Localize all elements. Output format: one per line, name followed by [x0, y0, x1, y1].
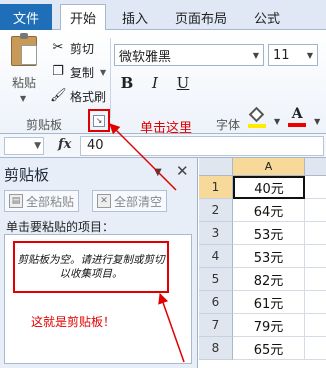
table-row: 8 65元: [199, 337, 326, 360]
copy-dropdown-icon[interactable]: ▼: [100, 68, 106, 77]
font-color-swatch: [288, 123, 307, 127]
font-size-select[interactable]: 11 ▼: [268, 44, 318, 66]
tab-formulas[interactable]: 公式: [244, 4, 290, 30]
name-box[interactable]: ▼: [4, 137, 44, 155]
select-all-corner[interactable]: [199, 158, 233, 176]
font-format-row: B I U: [118, 74, 192, 92]
cell-b2[interactable]: [305, 199, 326, 222]
color-buttons: ▼ A ▼: [248, 106, 320, 128]
formula-input[interactable]: 40: [80, 136, 324, 156]
table-row: 5 82元: [199, 268, 326, 291]
clipboard-items-list[interactable]: 剪贴板为空。请进行复制或剪切以收集项目。 这就是剪贴板！: [4, 234, 192, 364]
spreadsheet-grid: A 1 40元 2 64元 3 53元 4 53元 5 82元 6 61元 7 …: [199, 158, 326, 368]
row-header[interactable]: 8: [199, 337, 233, 360]
paste-label: 粘贴: [12, 76, 37, 90]
clipboard-annotation: 这就是剪贴板！: [31, 315, 116, 329]
format-painter-label: 格式刷: [70, 89, 107, 104]
cell-a2[interactable]: 64元: [233, 199, 305, 222]
paste-dropdown-icon[interactable]: ▼: [20, 94, 26, 103]
formula-bar: ▼ fx 40: [0, 134, 326, 158]
pane-options-icon[interactable]: ▼: [154, 167, 162, 178]
column-header-b[interactable]: [305, 158, 326, 176]
table-row: 1 40元: [199, 176, 326, 199]
cell-a7[interactable]: 79元: [233, 314, 305, 337]
cell-b5[interactable]: [305, 268, 326, 291]
clipboard-group-label: 剪贴板: [26, 118, 63, 132]
cell-a1[interactable]: 40元: [233, 176, 305, 199]
font-group-label: 字体: [216, 118, 241, 132]
bold-button[interactable]: B: [118, 74, 136, 92]
copy-icon: ❐: [52, 64, 64, 79]
cell-b8[interactable]: [305, 337, 326, 360]
cell-b7[interactable]: [305, 314, 326, 337]
clipboard-paste-icon: [11, 33, 37, 66]
launcher-highlight-box: [88, 109, 110, 132]
cut-label: 剪切: [70, 41, 95, 56]
tab-page-layout[interactable]: 页面布局: [164, 4, 238, 30]
ribbon-home: 粘贴 ▼ ✂ 剪切 ❐ 复制 ▼ 🖌 格式刷 微软雅黑 ▼ 11 ▼ B I U…: [0, 30, 326, 136]
clipboard-pane: 剪贴板 ▼ ✕ ▤ 全部粘贴 ✕ 全部清空 单击要粘贴的项目： 剪贴板为空。请进…: [0, 158, 198, 368]
cell-a8[interactable]: 65元: [233, 337, 305, 360]
clear-all-icon: ✕: [97, 194, 111, 208]
tab-home[interactable]: 开始: [60, 4, 106, 31]
cell-a3[interactable]: 53元: [233, 222, 305, 245]
table-row: 6 61元: [199, 291, 326, 314]
paste-all-button[interactable]: ▤ 全部粘贴: [4, 190, 80, 212]
group-divider: [110, 38, 111, 118]
format-painter-button[interactable]: 🖌 格式刷: [50, 86, 106, 106]
ribbon-tab-bar: 文件 开始 插入 页面布局 公式: [0, 0, 326, 31]
clear-all-button[interactable]: ✕ 全部清空: [92, 190, 168, 212]
underline-button[interactable]: U: [174, 74, 192, 92]
paint-bucket-icon: [248, 106, 265, 123]
copy-button[interactable]: ❐ 复制 ▼: [50, 62, 106, 82]
row-header[interactable]: 4: [199, 245, 233, 268]
fill-color-button[interactable]: [248, 106, 266, 128]
font-name-value: 微软雅黑: [119, 49, 172, 65]
cell-b4[interactable]: [305, 245, 326, 268]
close-icon[interactable]: ✕: [176, 162, 189, 180]
table-row: 7 79元: [199, 314, 326, 337]
row-header[interactable]: 5: [199, 268, 233, 291]
clipboard-pane-title: 剪贴板: [4, 166, 50, 184]
cut-button[interactable]: ✂ 剪切: [50, 38, 94, 58]
row-header[interactable]: 2: [199, 199, 233, 222]
chevron-down-icon: ▼: [252, 50, 259, 60]
font-name-select[interactable]: 微软雅黑 ▼: [114, 44, 264, 66]
cell-b6[interactable]: [305, 291, 326, 314]
table-row: 4 53元: [199, 245, 326, 268]
chevron-down-icon: ▼: [34, 141, 41, 151]
cell-b1[interactable]: [305, 176, 326, 199]
tab-insert[interactable]: 插入: [112, 4, 158, 30]
row-header[interactable]: 6: [199, 291, 233, 314]
font-size-value: 11: [273, 47, 290, 63]
row-header[interactable]: 7: [199, 314, 233, 337]
cell-a6[interactable]: 61元: [233, 291, 305, 314]
table-row: 2 64元: [199, 199, 326, 222]
cell-b3[interactable]: [305, 222, 326, 245]
scissors-icon: ✂: [52, 40, 64, 55]
fill-color-dropdown-icon[interactable]: ▼: [274, 117, 280, 126]
cell-a5[interactable]: 82元: [233, 268, 305, 291]
copy-label: 复制: [70, 65, 95, 80]
paste-hint: 单击要粘贴的项目：: [6, 220, 115, 234]
column-header-a[interactable]: A: [233, 158, 305, 176]
cell-a4[interactable]: 53元: [233, 245, 305, 268]
font-color-letter: A: [291, 106, 303, 122]
row-header[interactable]: 1: [199, 176, 233, 199]
brush-icon: 🖌: [50, 88, 67, 103]
clear-all-label: 全部清空: [114, 194, 163, 209]
fill-color-swatch: [248, 124, 266, 128]
chevron-down-icon: ▼: [306, 50, 313, 60]
font-color-button[interactable]: A: [288, 106, 307, 127]
table-row: 3 53元: [199, 222, 326, 245]
insert-function-button[interactable]: fx: [58, 137, 71, 152]
empty-clipboard-message: 剪贴板为空。请进行复制或剪切以收集项目。: [13, 241, 169, 293]
font-color-dropdown-icon[interactable]: ▼: [314, 117, 320, 126]
paste-all-icon: ▤: [9, 194, 23, 208]
tab-file[interactable]: 文件: [0, 4, 52, 30]
row-header[interactable]: 3: [199, 222, 233, 245]
paste-all-label: 全部粘贴: [26, 194, 75, 209]
italic-button[interactable]: I: [146, 74, 164, 92]
